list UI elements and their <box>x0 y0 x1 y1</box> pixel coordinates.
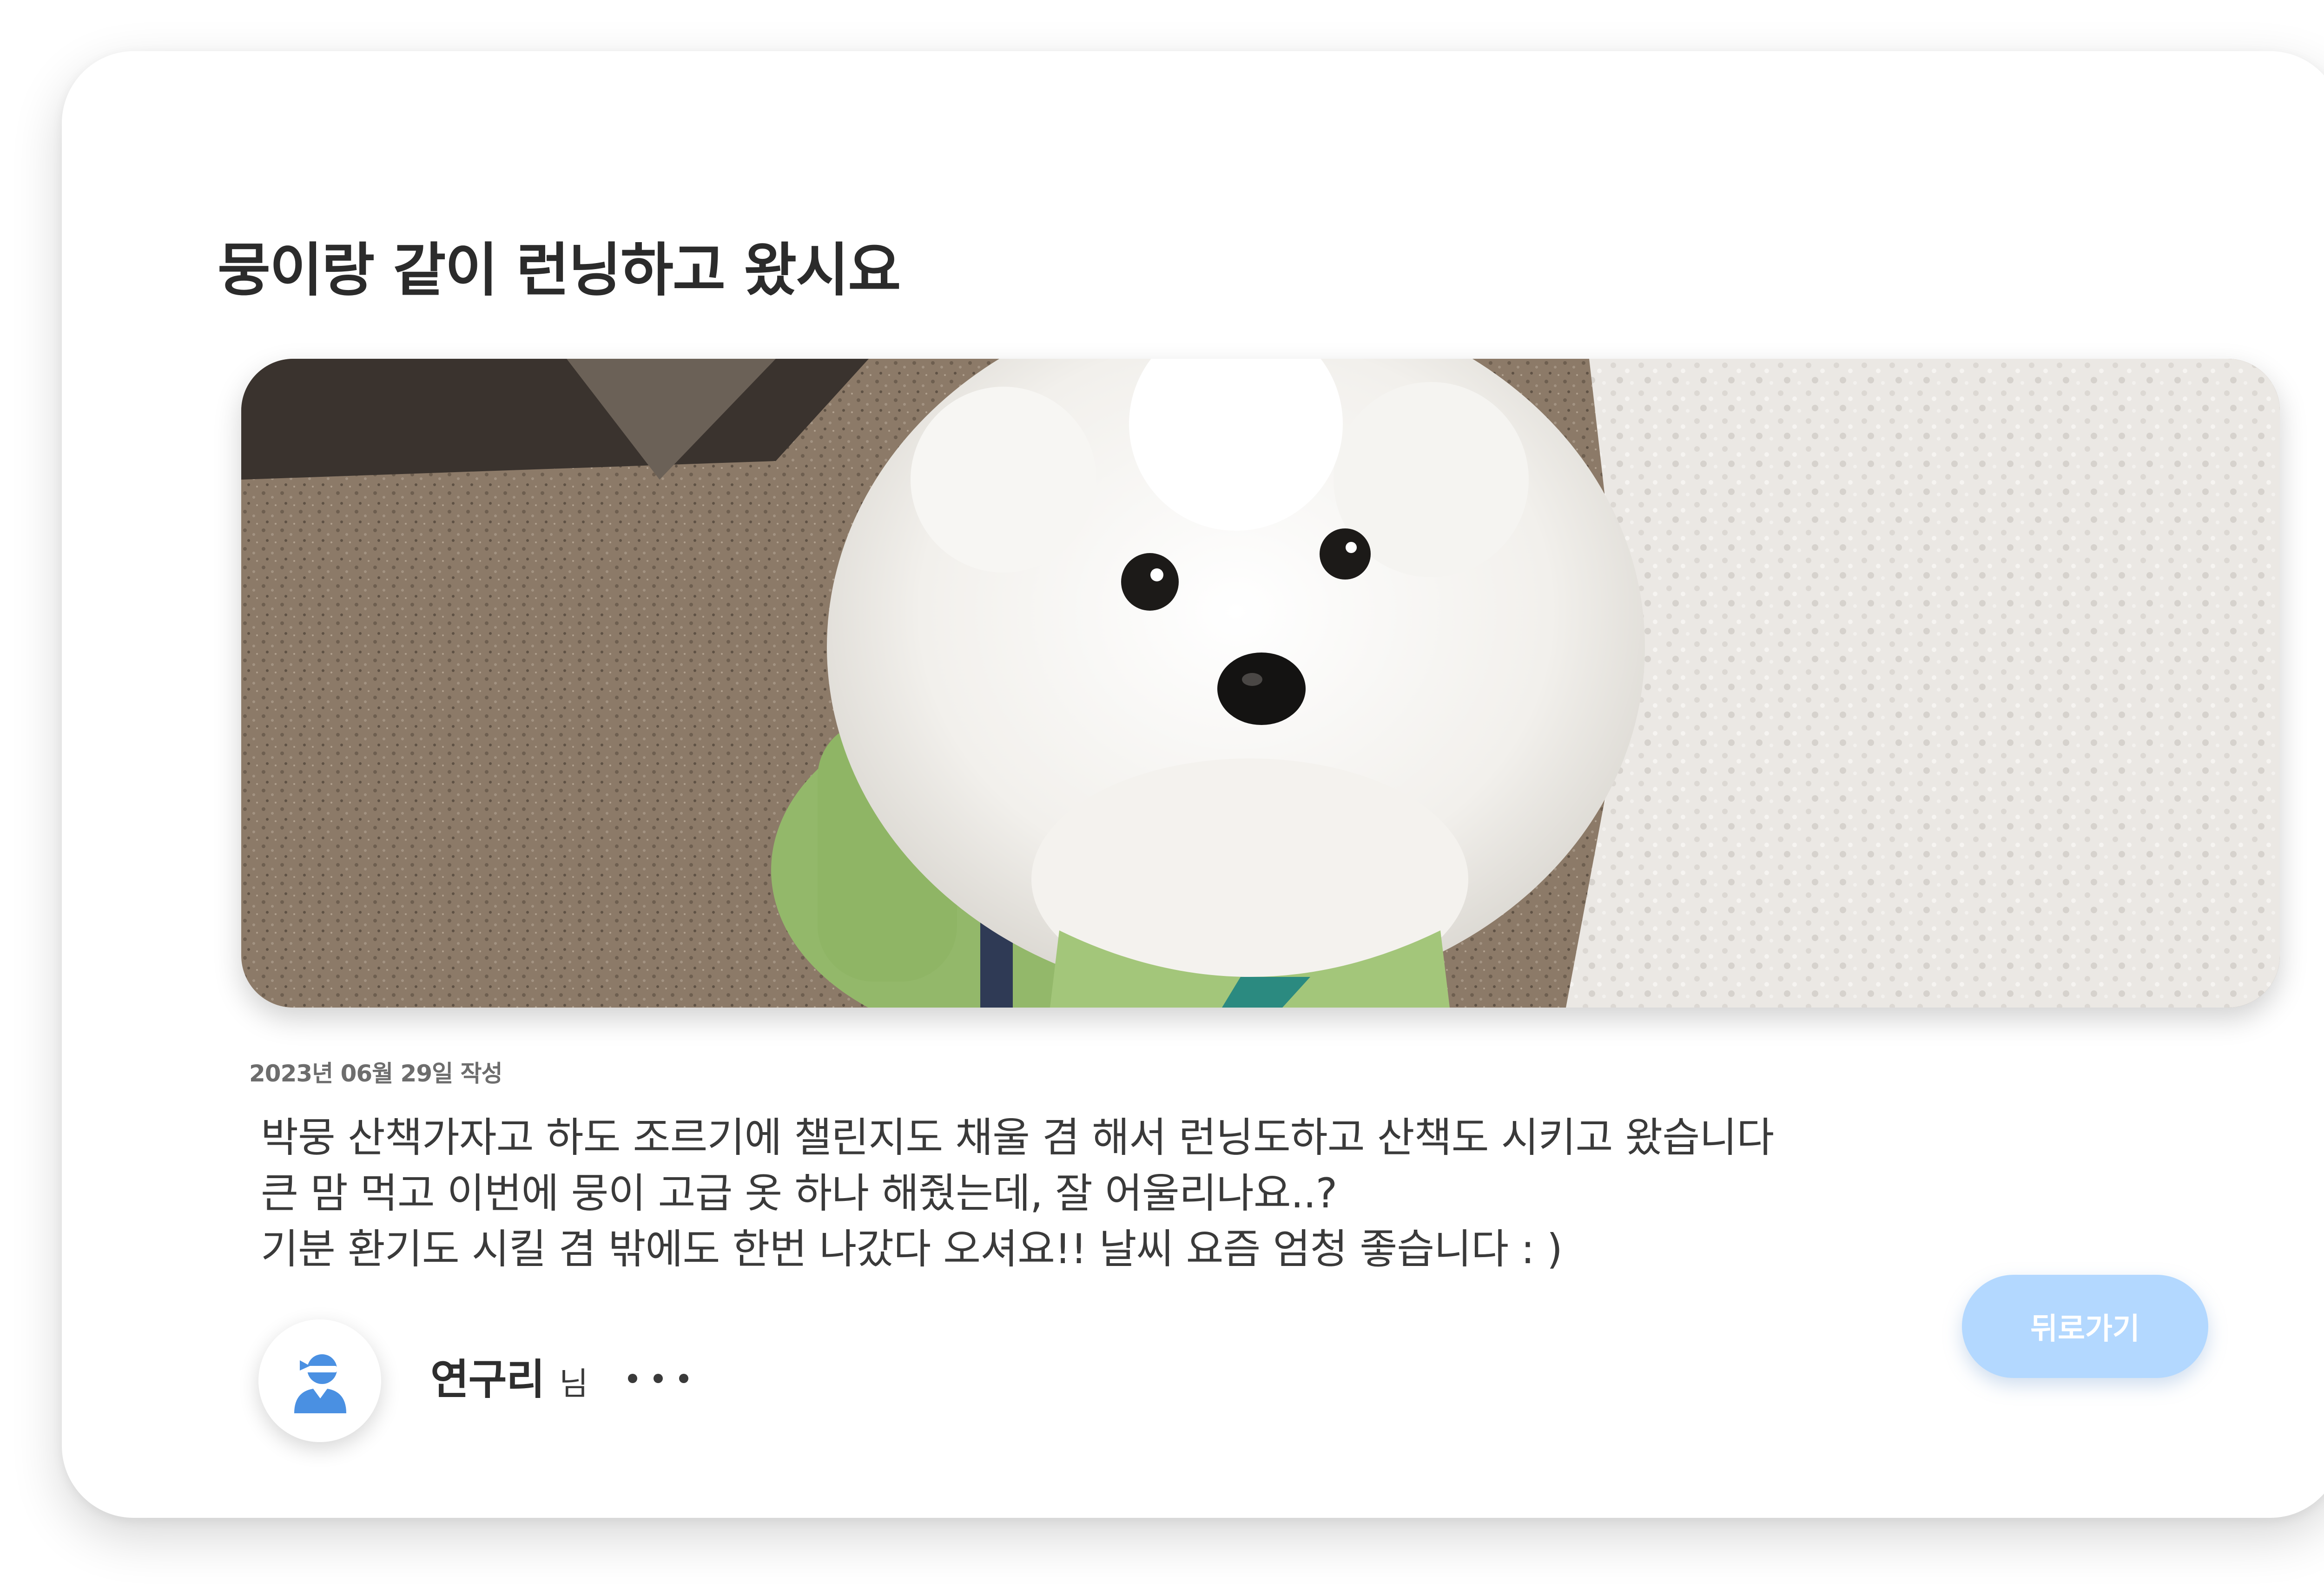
post-body-line: 기분 환기도 시킬 겸 밖에도 한번 나갔다 오셔요!! 날씨 요즘 엄청 좋습… <box>261 1225 1563 1273</box>
post-body: 박뭉 산책가자고 하도 조르기에 챌린지도 채울 겸 해서 런닝도하고 산책도 … <box>261 1110 1774 1277</box>
post-title: 뭉이랑 같이 런닝하고 왔시요 <box>218 237 901 304</box>
dot <box>679 1374 688 1383</box>
more-dots-icon[interactable] <box>628 1364 688 1392</box>
post-body-line: 큰 맘 먹고 이번에 뭉이 고급 옷 하나 해줬는데, 잘 어울리나요..? <box>261 1169 1337 1217</box>
post-date: 2023년 06월 29일 작성 <box>249 1060 503 1087</box>
author-suffix: 님 <box>559 1366 588 1403</box>
post-body-line: 박뭉 산책가자고 하도 조르기에 챌린지도 채울 겸 해서 런닝도하고 산책도 … <box>261 1114 1774 1161</box>
back-button[interactable]: 뒤로가기 <box>1962 1275 2208 1378</box>
user-avatar-icon <box>294 1354 346 1413</box>
avatar[interactable] <box>258 1319 381 1442</box>
dot <box>654 1374 663 1383</box>
dot <box>628 1374 637 1383</box>
post-image <box>241 359 2280 1008</box>
author-name[interactable]: 연구리 <box>430 1345 545 1406</box>
